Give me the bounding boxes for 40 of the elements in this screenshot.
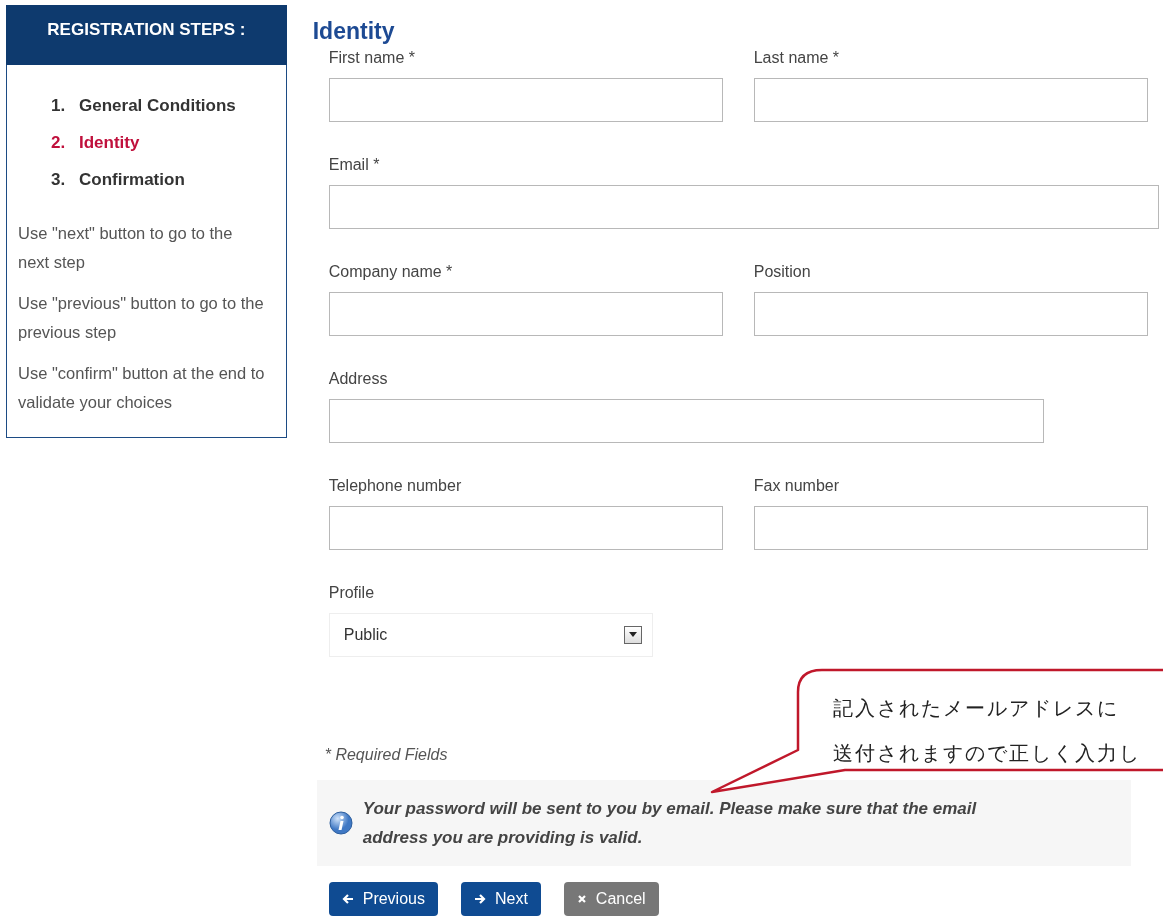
hint-text: Use "next" button to go to the next step — [18, 223, 234, 273]
input-field[interactable] — [328, 292, 723, 336]
field-label: Last name * — [753, 48, 841, 68]
page-title: Identity — [312, 18, 396, 46]
callout-text: 送付されますので正しく入力し — [833, 740, 1141, 767]
input-field[interactable] — [753, 292, 1148, 336]
callout-text: 記入されたメールアドレスに — [833, 695, 1120, 722]
cancel-button[interactable]: Cancel — [563, 882, 659, 916]
field-label: First name * — [328, 48, 416, 68]
left-arrow-icon — [341, 893, 354, 905]
next-button[interactable]: Next — [460, 882, 541, 916]
field-label: Company name * — [328, 262, 454, 282]
step-label: Confirmation — [79, 170, 185, 190]
step-number: 3. — [51, 170, 67, 190]
input-field[interactable] — [328, 506, 723, 550]
field-label: Address — [328, 369, 389, 389]
field-label: Position — [753, 262, 812, 282]
step-label: Identity — [79, 133, 140, 153]
hint-text: Use "previous" button to go to the previous step — [18, 293, 265, 343]
close-icon — [576, 894, 587, 904]
field-label: Profile — [328, 583, 376, 603]
field-label: Email * — [328, 155, 381, 175]
info-text: Your password will be sent to you by email. Please make sure that the email address you are providing is valid. — [362, 798, 978, 849]
field-label: Telephone number — [328, 476, 463, 496]
input-field[interactable] — [328, 185, 1159, 229]
step-number: 1. — [51, 96, 67, 116]
step-label: General Conditions — [79, 96, 236, 116]
input-field[interactable] — [753, 78, 1148, 122]
right-arrow-icon — [473, 893, 486, 905]
input-field[interactable] — [328, 399, 1044, 443]
profile-dropdown[interactable]: Public — [328, 613, 653, 657]
info-icon — [328, 811, 353, 835]
sidebar-title: REGISTRATION STEPS : — [6, 5, 287, 65]
input-field[interactable] — [328, 78, 723, 122]
required-note: * Required Fields — [324, 746, 448, 764]
input-field[interactable] — [753, 506, 1148, 550]
field-label: Fax number — [753, 476, 841, 496]
hint-text: Use "confirm" button at the end to validate your choices — [18, 363, 266, 413]
step-number: 2. — [51, 133, 67, 153]
previous-button[interactable]: Previous — [328, 882, 438, 916]
